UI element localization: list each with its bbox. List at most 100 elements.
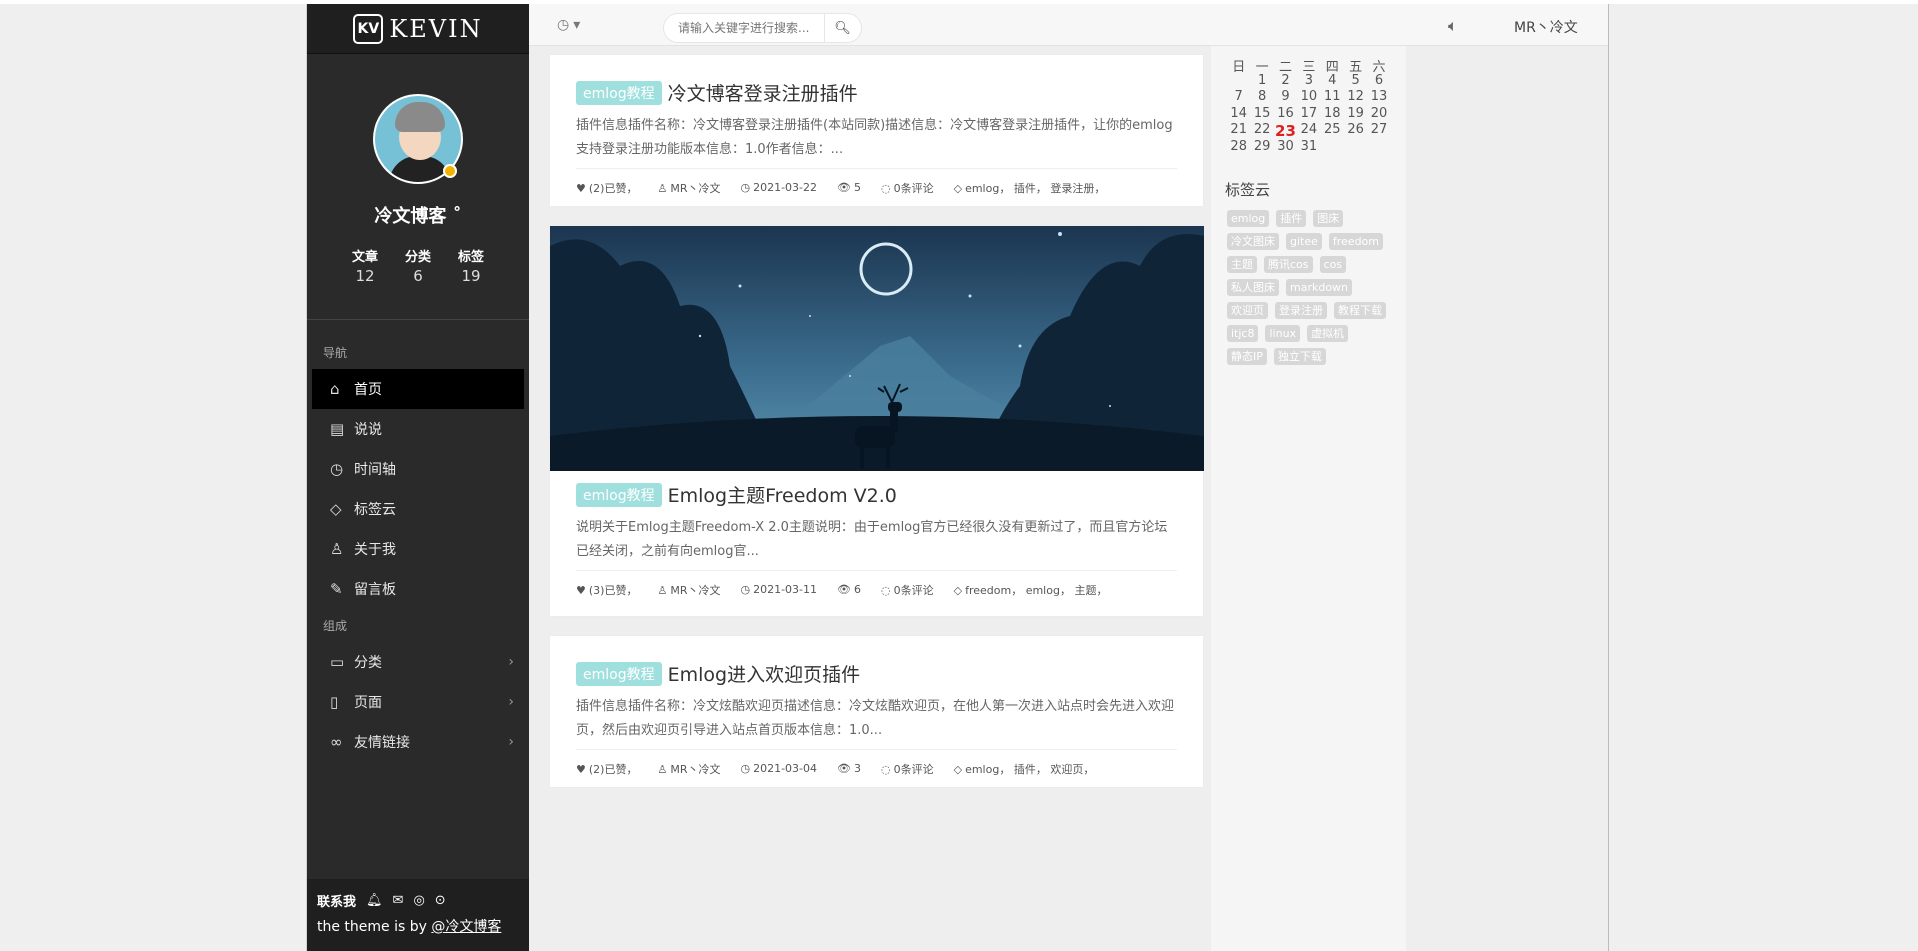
post-comments[interactable]: ◌ 0条评论 <box>881 582 934 598</box>
post-category[interactable]: emlog教程 <box>576 80 662 105</box>
search-button[interactable]: 🔍︎ <box>824 14 860 42</box>
post-title[interactable]: 冷文博客登录注册插件 <box>668 79 858 106</box>
sidebar-item-guestbook[interactable]: ✎ 留言板 <box>312 569 524 609</box>
tag-chip[interactable]: 欢迎页 <box>1227 302 1268 319</box>
post-author[interactable]: ♙ MR丶冷文 <box>657 180 720 196</box>
post-views: 👁︎ 5 <box>837 181 861 194</box>
stat-categories[interactable]: 分类 6 <box>402 246 435 285</box>
calendar-day[interactable]: 8 <box>1250 89 1273 106</box>
calendar-day[interactable]: 4 <box>1321 73 1344 90</box>
calendar-day[interactable]: 14 <box>1227 106 1250 123</box>
page-frame: KV KEVIN 冷文博客 ˚ 文章 12 分类 6 标签 19 导航 ⌂ 首页 ▤ 说说… <box>306 4 1609 951</box>
calendar-day[interactable]: 5 <box>1344 73 1367 90</box>
sidebar-item-home[interactable]: ⌂ 首页 <box>312 369 524 409</box>
stat-articles[interactable]: 文章 12 <box>349 246 382 285</box>
tag-chip[interactable]: 私人图床 <box>1227 279 1279 296</box>
post-likes[interactable]: ♥ (2)已赞， <box>576 180 637 196</box>
tag-chip[interactable]: cos <box>1319 256 1347 273</box>
post-title[interactable]: Emlog进入欢迎页插件 <box>668 660 860 687</box>
tag-chip[interactable]: itjc8 <box>1227 325 1259 342</box>
tag-chip[interactable]: 登录注册 <box>1275 302 1327 319</box>
post-category[interactable]: emlog教程 <box>576 482 662 507</box>
timeline-dropdown[interactable]: ◷ ▾ <box>557 17 580 33</box>
calendar-day[interactable]: 11 <box>1321 89 1344 106</box>
post-author[interactable]: ♙ MR丶冷文 <box>657 582 720 598</box>
tag-chip[interactable]: gitee <box>1286 233 1322 250</box>
calendar-day[interactable]: 1 <box>1250 73 1273 90</box>
tag-chip[interactable]: 腾讯cos <box>1264 256 1313 273</box>
post-likes[interactable]: ♥ (3)已赞， <box>576 582 637 598</box>
tag-chip[interactable]: markdown <box>1286 279 1353 296</box>
verified-badge-icon <box>443 164 457 178</box>
calendar-day[interactable]: 17 <box>1297 106 1320 123</box>
calendar-day[interactable]: 28 <box>1227 139 1250 156</box>
calendar-day[interactable]: 12 <box>1344 89 1367 106</box>
tag-chip[interactable]: freedom <box>1328 233 1384 250</box>
chevron-right-icon: › <box>508 654 514 670</box>
calendar-day[interactable]: 6 <box>1367 73 1390 90</box>
sidebar-item-category[interactable]: ▭ 分类 › <box>312 642 524 682</box>
weibo-icon[interactable]: ◎ <box>413 893 424 908</box>
volume-icon[interactable]: 🔈︎ <box>1448 16 1458 36</box>
sidebar-item-pages[interactable]: ▯ 页面 › <box>312 682 524 722</box>
calendar-day[interactable]: 27 <box>1367 122 1390 139</box>
mail-icon[interactable]: ✉ <box>393 893 404 908</box>
calendar-day[interactable]: 26 <box>1344 122 1367 139</box>
tag-chip[interactable]: 静态IP <box>1227 348 1267 365</box>
eye-icon: 👁︎ <box>837 762 851 775</box>
sidebar-item-about[interactable]: ♙ 关于我 <box>312 529 524 569</box>
calendar-day[interactable]: 18 <box>1321 106 1344 123</box>
tag-chip[interactable]: 冷文图床 <box>1227 233 1279 250</box>
tag-chip[interactable]: 虚拟机 <box>1307 325 1349 342</box>
credit-link[interactable]: @冷文博客 <box>431 919 501 935</box>
post-tags[interactable]: ◇ freedom， emlog， 主题， <box>954 582 1108 598</box>
post-author[interactable]: ♙ MR丶冷文 <box>657 761 720 777</box>
calendar-day[interactable]: 21 <box>1227 122 1250 139</box>
calendar-day[interactable]: 30 <box>1274 139 1297 156</box>
stat-tags[interactable]: 标签 19 <box>455 246 488 285</box>
logo-text: KEVIN <box>389 14 483 43</box>
post-tags[interactable]: ◇ emlog， 插件， 欢迎页， <box>954 761 1095 777</box>
calendar-day[interactable]: 19 <box>1344 106 1367 123</box>
tag-chip[interactable]: linux <box>1265 325 1301 342</box>
calendar-day[interactable]: 2 <box>1274 73 1297 90</box>
calendar-day[interactable]: 24 <box>1297 122 1320 139</box>
calendar-day[interactable]: 15 <box>1250 106 1273 123</box>
calendar-day[interactable]: 3 <box>1297 73 1320 90</box>
calendar-day[interactable]: 22 <box>1250 122 1273 139</box>
post-tags[interactable]: ◇ emlog， 插件， 登录注册， <box>954 180 1106 196</box>
tag-chip[interactable]: 教程下载 <box>1334 302 1386 319</box>
post-comments[interactable]: ◌ 0条评论 <box>881 761 934 777</box>
calendar-day[interactable]: 20 <box>1367 106 1390 123</box>
tag-chip[interactable]: 独立下载 <box>1273 348 1326 365</box>
calendar-day-today[interactable]: 23 <box>1274 122 1297 140</box>
github-icon[interactable]: ⊙ <box>435 893 446 908</box>
tag-chip[interactable]: 主题 <box>1227 256 1257 273</box>
calendar-day[interactable]: 13 <box>1367 89 1390 106</box>
calendar-day[interactable]: 9 <box>1274 89 1297 106</box>
sidebar-item-timeline[interactable]: ◷ 时间轴 <box>312 449 524 489</box>
post-title[interactable]: Emlog主题Freedom V2.0 <box>668 481 897 508</box>
calendar-day[interactable]: 29 <box>1250 139 1273 156</box>
calendar-day[interactable]: 31 <box>1297 139 1320 156</box>
sidebar-item-moments[interactable]: ▤ 说说 <box>312 409 524 449</box>
post-category[interactable]: emlog教程 <box>576 661 662 686</box>
tag-chip[interactable]: 图床 <box>1313 210 1344 227</box>
tag-chip[interactable]: emlog <box>1227 210 1270 227</box>
post-cover-image[interactable] <box>550 226 1204 471</box>
sidebar-item-tag-cloud[interactable]: ◇ 标签云 <box>312 489 524 529</box>
post-excerpt: 插件信息插件名称：冷文博客登录注册插件(本站同款)描述信息：冷文博客登录注册插件… <box>576 118 1173 157</box>
calendar-day[interactable]: 10 <box>1297 89 1320 106</box>
tag-icon: ◇ <box>953 583 963 597</box>
sidebar-item-links[interactable]: ∞ 友情链接 › <box>312 722 524 762</box>
user-name[interactable]: MR丶冷文 <box>1514 17 1578 37</box>
post-comments[interactable]: ◌ 0条评论 <box>881 180 934 196</box>
search-input[interactable] <box>664 21 824 35</box>
calendar-day[interactable]: 25 <box>1321 122 1344 139</box>
tag-chip[interactable]: 插件 <box>1276 210 1307 227</box>
calendar-day[interactable]: 16 <box>1274 106 1297 123</box>
post-likes[interactable]: ♥ (2)已赞， <box>576 761 637 777</box>
calendar-day[interactable]: 7 <box>1227 89 1250 106</box>
logo[interactable]: KV KEVIN <box>307 4 529 54</box>
qq-icon[interactable]: 🔔︎ <box>366 893 383 908</box>
